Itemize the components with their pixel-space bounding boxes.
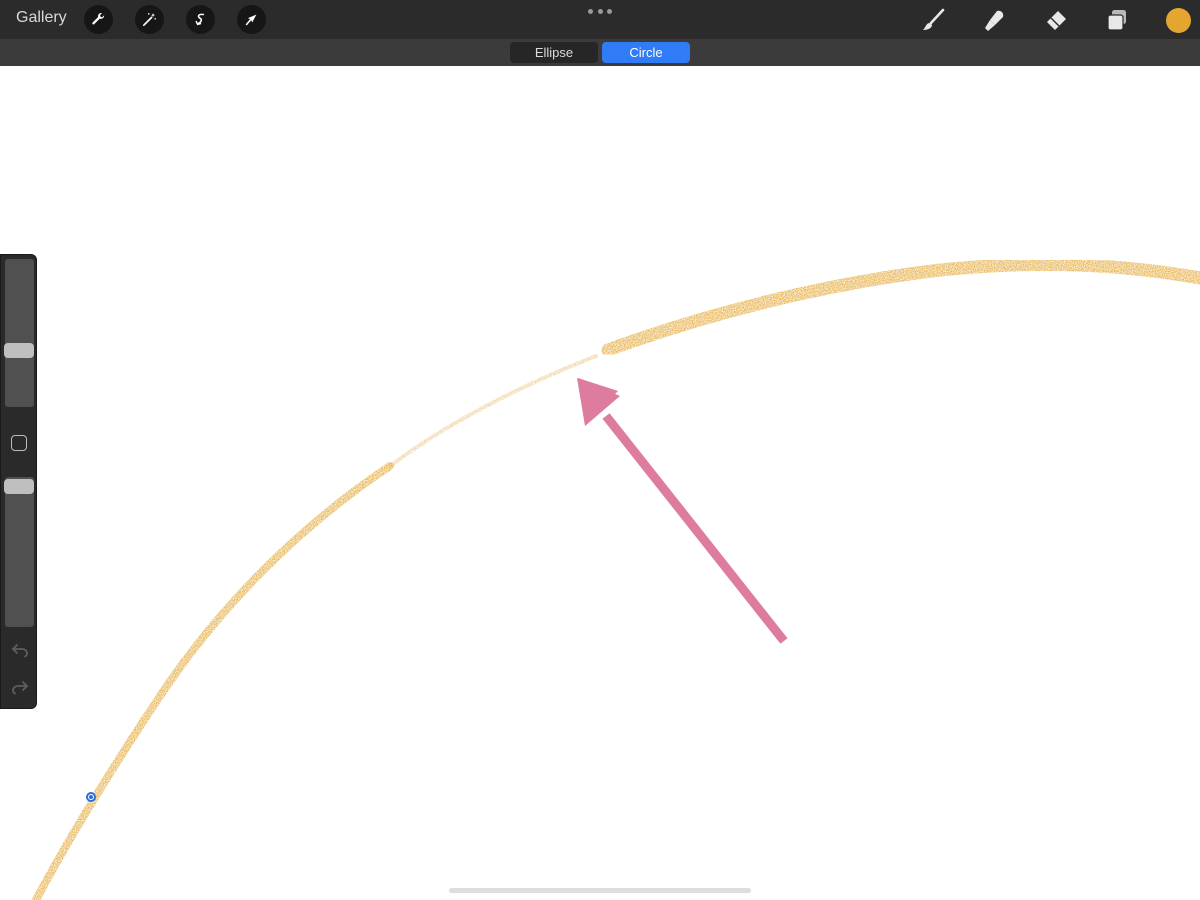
eraser-tool-button[interactable] [1041,5,1071,35]
actions-button[interactable] [84,5,113,34]
home-indicator[interactable] [449,888,751,893]
drawing-canvas[interactable] [0,66,1200,900]
transform-button[interactable] [237,5,266,34]
brush-sidebar [0,254,37,709]
procreate-app: Gallery Ellipse Circle [0,0,1200,900]
dot-icon [597,8,603,14]
gallery-button[interactable]: Gallery [16,9,67,27]
annotation-arrow [577,378,788,644]
circle-button[interactable]: Circle [602,42,690,63]
adjustments-button[interactable] [135,5,164,34]
quickshape-bar: Ellipse Circle [0,39,1200,66]
dot-icon [607,8,612,14]
smudge-tool-button[interactable] [979,5,1009,35]
top-toolbar: Gallery [0,0,1200,39]
pencil-stroke-bold [601,257,1200,357]
layers-icon [1107,10,1126,31]
transform-arrow-icon [245,14,257,26]
brush-tool-button[interactable] [918,5,948,35]
anchor-dot [89,795,93,799]
undo-button[interactable] [10,641,30,659]
smudge-icon [985,10,1004,31]
selection-button[interactable] [186,5,215,34]
brush-opacity-thumb[interactable] [4,479,34,494]
wrench-icon [92,13,105,25]
canvas-drawing [32,257,1200,900]
dot-icon [588,8,593,14]
redo-button[interactable] [10,678,30,696]
magic-wand-icon [142,13,156,27]
brush-icon [923,8,945,30]
brush-size-thumb[interactable] [4,343,34,358]
more-options-handle[interactable] [588,4,612,18]
pencil-stroke-faint [388,354,598,468]
ellipse-button[interactable]: Ellipse [510,42,598,63]
eraser-icon [1047,11,1066,30]
color-picker-button[interactable] [1166,8,1191,33]
brush-size-slider[interactable] [4,259,34,407]
pencil-stroke-arc [32,462,394,900]
selection-icon [195,13,205,26]
undo-icon [11,644,28,658]
brush-opacity-slider[interactable] [4,477,34,627]
layers-button[interactable] [1102,5,1132,35]
redo-icon [12,681,29,695]
modify-button[interactable] [11,435,27,451]
